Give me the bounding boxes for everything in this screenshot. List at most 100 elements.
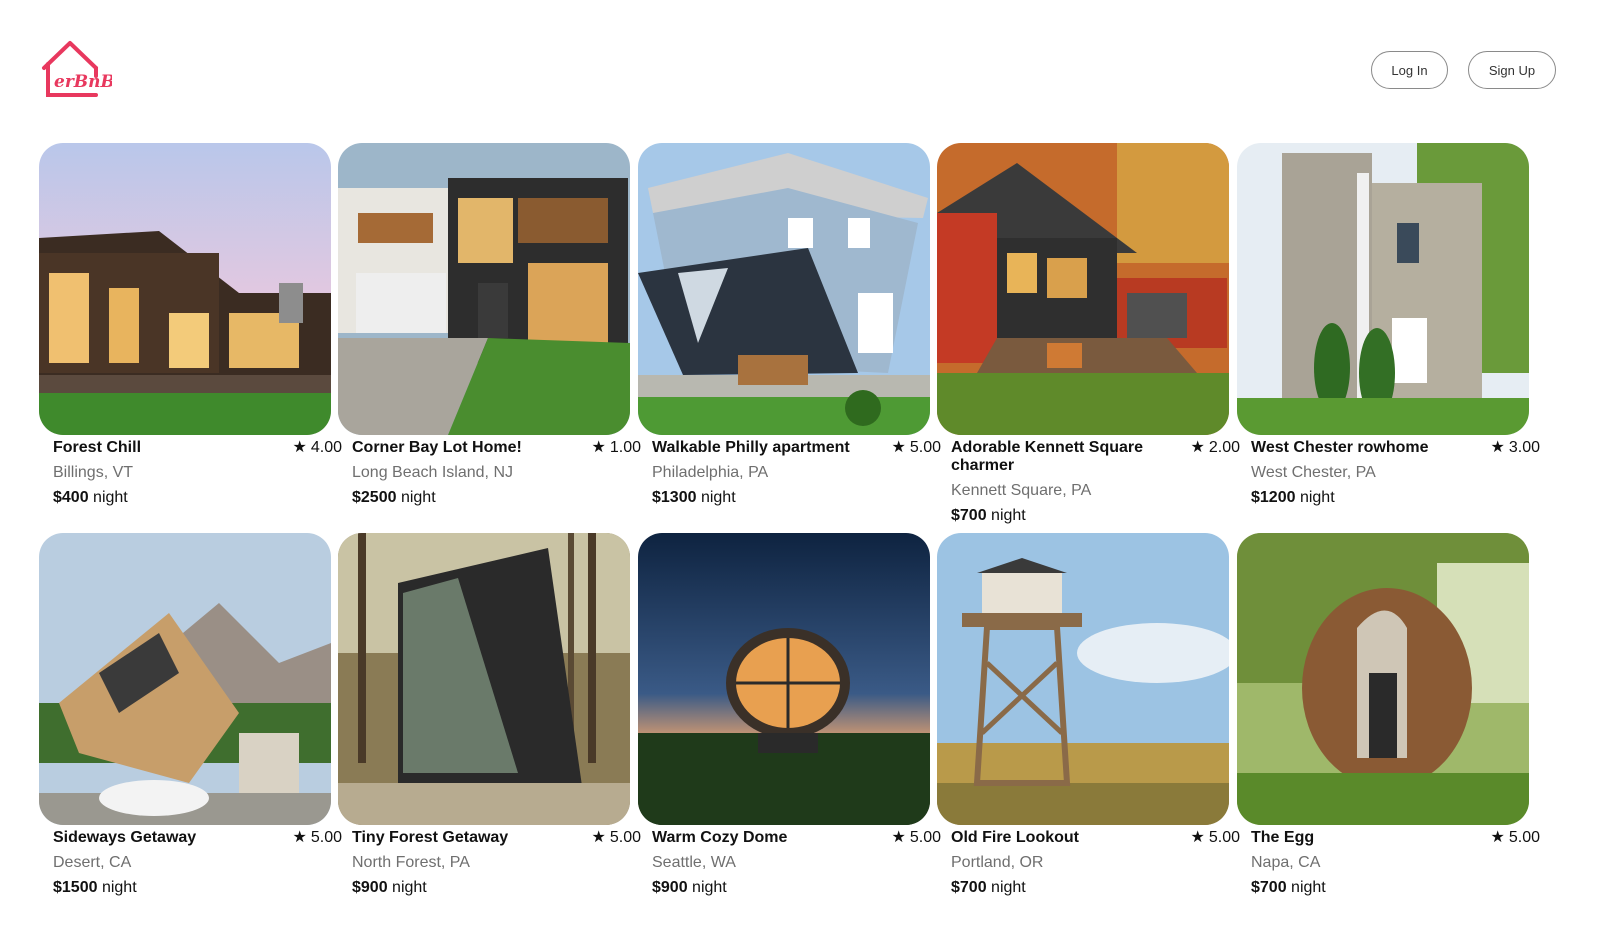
price-unit: night	[1291, 879, 1326, 896]
rating-value: 3.00	[1508, 439, 1540, 456]
listing-location: West Chester, PA	[1251, 464, 1376, 481]
star-icon: ★	[1190, 439, 1205, 456]
signup-button[interactable]: Sign Up	[1468, 51, 1556, 89]
price-amount: $400	[53, 489, 89, 506]
listing-title[interactable]: Forest Chill	[53, 439, 278, 457]
listing-price: $700 night	[951, 507, 1240, 525]
listing-title[interactable]: Sideways Getaway	[53, 829, 278, 847]
star-icon: ★	[292, 439, 307, 456]
listing-photo[interactable]	[937, 533, 1229, 825]
listing-info: Tiny Forest Getaway ★ 5.00 North Forest, …	[338, 829, 641, 897]
price-unit: night	[991, 879, 1026, 896]
listing-card[interactable]: The Egg ★ 5.00 Napa, CA $700 night	[1237, 533, 1540, 897]
listing-price: $700 night	[1251, 879, 1540, 897]
rating-value: 5.00	[1508, 829, 1540, 846]
listing-location: Billings, VT	[53, 464, 134, 481]
listing-photo[interactable]	[638, 533, 930, 825]
listing-card[interactable]: Adorable Kennett Square charmer ★ 2.00 Ke…	[937, 143, 1240, 525]
listing-card[interactable]: West Chester rowhome ★ 3.00 West Chester,…	[1237, 143, 1540, 507]
listing-location: Long Beach Island, NJ	[352, 464, 513, 481]
price-amount: $1200	[1251, 489, 1296, 506]
listing-card[interactable]: Corner Bay Lot Home! ★ 1.00 Long Beach Is…	[338, 143, 641, 507]
listing-photo[interactable]	[638, 143, 930, 435]
listing-photo[interactable]	[338, 143, 630, 435]
listing-price: $1300 night	[652, 489, 941, 507]
listing-location: Napa, CA	[1251, 854, 1321, 871]
price-unit: night	[392, 879, 427, 896]
price-amount: $1300	[652, 489, 697, 506]
listing-location: Portland, OR	[951, 854, 1044, 871]
listing-photo[interactable]	[1237, 533, 1529, 825]
listing-location: Philadelphia, PA	[652, 464, 769, 481]
listing-rating: ★ 3.00	[1491, 439, 1540, 457]
price-unit: night	[400, 489, 436, 506]
listing-card[interactable]: Tiny Forest Getaway ★ 5.00 North Forest, …	[338, 533, 641, 897]
listing-price: $400 night	[53, 489, 342, 507]
listing-title[interactable]: Tiny Forest Getaway	[352, 829, 577, 847]
listing-card[interactable]: Walkable Philly apartment ★ 5.00 Philadel…	[638, 143, 941, 507]
star-icon: ★	[591, 439, 606, 456]
listing-rating: ★ 5.00	[1191, 829, 1240, 847]
listing-title[interactable]: Walkable Philly apartment	[652, 439, 877, 457]
listing-rating: ★ 5.00	[892, 439, 941, 457]
price-unit: night	[93, 489, 128, 506]
price-unit: night	[1299, 489, 1335, 506]
star-icon: ★	[1190, 829, 1205, 846]
logo-text: erBnB	[54, 72, 112, 92]
star-icon: ★	[1490, 829, 1505, 846]
listing-info: Warm Cozy Dome ★ 5.00 Seattle, WA $900 ni…	[638, 829, 941, 897]
star-icon: ★	[1490, 439, 1505, 456]
listing-rating: ★ 5.00	[1491, 829, 1540, 847]
price-unit: night	[692, 879, 727, 896]
listing-info: West Chester rowhome ★ 3.00 West Chester,…	[1237, 439, 1540, 507]
listing-rating: ★ 2.00	[1191, 439, 1240, 457]
listing-title[interactable]: Warm Cozy Dome	[652, 829, 877, 847]
listing-photo[interactable]	[937, 143, 1229, 435]
listing-price: $700 night	[951, 879, 1240, 897]
listing-rating: ★ 5.00	[293, 829, 342, 847]
listing-rating: ★ 4.00	[293, 439, 342, 457]
listing-info: Walkable Philly apartment ★ 5.00 Philadel…	[638, 439, 941, 507]
listing-price: $1500 night	[53, 879, 342, 897]
listing-location: Desert, CA	[53, 854, 132, 871]
listing-photo[interactable]	[1237, 143, 1529, 435]
star-icon: ★	[891, 829, 906, 846]
star-icon: ★	[891, 439, 906, 456]
star-icon: ★	[292, 829, 307, 846]
price-amount: $1500	[53, 879, 98, 896]
rating-value: 1.00	[609, 439, 641, 456]
listing-price: $900 night	[352, 879, 641, 897]
listing-card[interactable]: Forest Chill ★ 4.00 Billings, VT $400 nig…	[39, 143, 342, 507]
listing-location: North Forest, PA	[352, 854, 470, 871]
listing-title[interactable]: West Chester rowhome	[1251, 439, 1476, 457]
listing-price: $2500 night	[352, 489, 641, 507]
rating-value: 2.00	[1208, 439, 1240, 456]
price-amount: $700	[1251, 879, 1287, 896]
listing-rating: ★ 5.00	[592, 829, 641, 847]
listing-info: Adorable Kennett Square charmer ★ 2.00 Ke…	[937, 439, 1240, 525]
listing-title[interactable]: Old Fire Lookout	[951, 829, 1176, 847]
listing-info: The Egg ★ 5.00 Napa, CA $700 night	[1237, 829, 1540, 897]
listing-card[interactable]: Old Fire Lookout ★ 5.00 Portland, OR $700…	[937, 533, 1240, 897]
listing-price: $1200 night	[1251, 489, 1540, 507]
listing-photo[interactable]	[338, 533, 630, 825]
listing-photo[interactable]	[39, 143, 331, 435]
listing-info: Forest Chill ★ 4.00 Billings, VT $400 nig…	[39, 439, 342, 507]
price-unit: night	[101, 879, 137, 896]
listing-photo[interactable]	[39, 533, 331, 825]
listing-rating: ★ 5.00	[892, 829, 941, 847]
listing-title[interactable]: The Egg	[1251, 829, 1476, 847]
listing-location: Seattle, WA	[652, 854, 736, 871]
header: erBnB Log In Sign Up	[0, 0, 1613, 120]
rating-value: 5.00	[1208, 829, 1240, 846]
listing-location: Kennett Square, PA	[951, 482, 1092, 499]
listing-title[interactable]: Adorable Kennett Square charmer	[951, 439, 1176, 475]
erbnb-logo[interactable]: erBnB	[40, 38, 112, 100]
listing-card[interactable]: Warm Cozy Dome ★ 5.00 Seattle, WA $900 ni…	[638, 533, 941, 897]
listing-card[interactable]: Sideways Getaway ★ 5.00 Desert, CA $1500 …	[39, 533, 342, 897]
listing-title[interactable]: Corner Bay Lot Home!	[352, 439, 577, 457]
star-icon: ★	[591, 829, 606, 846]
listing-info: Corner Bay Lot Home! ★ 1.00 Long Beach Is…	[338, 439, 641, 507]
price-amount: $700	[951, 879, 987, 896]
login-button[interactable]: Log In	[1371, 51, 1448, 89]
